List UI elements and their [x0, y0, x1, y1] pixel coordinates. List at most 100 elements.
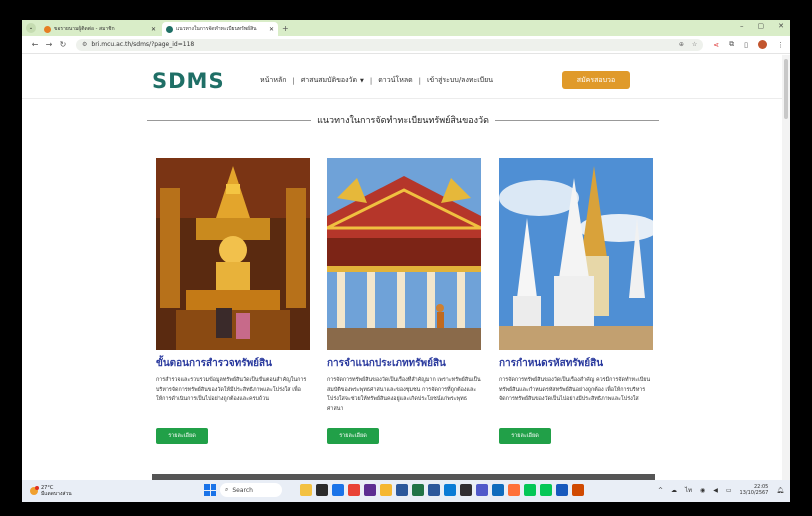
battery-icon[interactable]: ▭ — [726, 487, 732, 494]
word2-app-icon[interactable] — [556, 484, 568, 496]
browser-tab-active[interactable]: แนวทางในการจัดทำทะเบียนทรัพย์สิน ✕ — [162, 22, 278, 36]
tab-title: ขอรายนามผู้ติดต่อ - สมาชิก — [54, 26, 115, 32]
clock-date: 13/10/2567 — [739, 490, 769, 496]
edge-app-icon[interactable] — [444, 484, 456, 496]
media-app-icon[interactable] — [316, 484, 328, 496]
card-title[interactable]: การจำแนกประเภททรัพย์สิน — [327, 356, 481, 371]
site-favicon-icon — [44, 25, 51, 33]
back-icon[interactable]: ← — [28, 40, 42, 49]
tab-list-icon[interactable]: ⌄ — [26, 23, 36, 33]
files-app-icon[interactable] — [300, 484, 312, 496]
card-description: การสำรวจและรวบรวมข้อมูลทรัพย์สินวัดเป็นข… — [156, 377, 307, 403]
system-tray: ^ ☁ ไท ◉ ◀ ▭ 22:05 13/10/2567 🔔︎ — [658, 484, 784, 496]
site-logo[interactable]: SDMS — [152, 69, 225, 93]
menu-item-temple-assets[interactable]: ศาสนสมบัติของวัด ▼ — [301, 75, 364, 86]
firefox-app-icon[interactable] — [508, 484, 520, 496]
menu-item-home[interactable]: หน้าหลัก — [260, 75, 286, 86]
word-app-icon[interactable] — [396, 484, 408, 496]
section-title: แนวทางในการจัดทำทะเบียนทรัพย์สินของวัด — [317, 116, 489, 126]
chevron-up-icon[interactable]: ^ — [658, 487, 663, 494]
weather-sun-icon — [30, 486, 39, 495]
site-info-icon[interactable]: ⚙ — [82, 41, 87, 48]
excel-app-icon[interactable] — [412, 484, 424, 496]
profile-avatar[interactable] — [758, 40, 767, 49]
weather-widget[interactable]: 27°C มีแดดบางส่วน — [30, 485, 72, 497]
translate-icon[interactable]: ⊕ — [679, 41, 684, 48]
photos-app-icon[interactable] — [332, 484, 344, 496]
article-card: การกำหนดรหัสทรัพย์สิน การจัดการทรัพย์สิน… — [499, 158, 653, 444]
menu-item-login[interactable]: เข้าสู่ระบบ/ลงทะเบียน — [427, 75, 493, 86]
browser-tab[interactable]: ขอรายนามผู้ติดต่อ - สมาชิก ✕ — [40, 22, 160, 36]
browser-tab-strip: ⌄ ขอรายนามผู้ติดต่อ - สมาชิก ✕ แนวทางในก… — [22, 20, 790, 36]
divider-line — [147, 119, 312, 121]
details-button[interactable]: รายละเอียด — [499, 428, 551, 444]
network-app-icon[interactable] — [572, 484, 584, 496]
caret-down-icon: ▼ — [360, 78, 364, 84]
obs-app-icon[interactable] — [460, 484, 472, 496]
details-button[interactable]: รายละเอียด — [156, 428, 208, 444]
register-button[interactable]: สมัครสอบวอ — [562, 71, 630, 89]
card-description: การจัดการทรัพย์สินของวัดเป็นเรื่องสำคัญ … — [499, 377, 651, 403]
store-app-icon[interactable] — [364, 484, 376, 496]
search-label: Search — [232, 486, 253, 494]
card-title[interactable]: การกำหนดรหัสทรัพย์สิน — [499, 356, 653, 371]
menu-divider: | — [418, 76, 422, 85]
share-icon[interactable]: ⋖ — [713, 41, 719, 49]
wifi-icon[interactable]: ◉ — [700, 487, 705, 494]
buddha-image[interactable] — [156, 158, 310, 350]
article-card: การจำแนกประเภททรัพย์สิน การจัดการทรัพย์ส… — [327, 158, 481, 444]
screen: ⌄ ขอรายนามผู้ติดต่อ - สมาชิก ✕ แนวทางในก… — [22, 20, 790, 502]
windows-start-icon[interactable] — [204, 484, 216, 496]
close-tab-icon[interactable]: ✕ — [269, 26, 274, 33]
clock[interactable]: 22:05 13/10/2567 — [740, 484, 769, 496]
close-window-icon[interactable]: ✕ — [778, 22, 784, 30]
search-icon: ⌕ — [225, 486, 229, 493]
menu-divider: | — [369, 76, 373, 85]
taskbar-search[interactable]: ⌕ Search — [220, 483, 282, 497]
site-favicon-icon — [166, 25, 173, 33]
card-description: การจัดการทรัพย์สินของวัดเป็นเรื่องที่สำค… — [327, 377, 481, 412]
reload-icon[interactable]: ↻ — [56, 40, 70, 49]
window-controls: – ▢ ✕ — [740, 22, 784, 30]
sidebar-icon[interactable]: ▯ — [744, 41, 748, 49]
details-button[interactable]: รายละเอียด — [327, 428, 379, 444]
menu-item-label: ศาสนสมบัติของวัด — [300, 76, 358, 84]
plus-icon[interactable]: + — [282, 22, 289, 36]
menu-item-download[interactable]: ดาวน์โหลด — [378, 75, 412, 86]
teams-app-icon[interactable] — [476, 484, 488, 496]
menu-kebab-icon[interactable]: ⋮ — [777, 41, 784, 49]
taskbar-apps: ⌕ Search — [204, 483, 584, 497]
page-scrollbar[interactable] — [782, 55, 790, 480]
section-heading: แนวทางในการจัดทำทะเบียนทรัพย์สินของวัด — [147, 113, 660, 127]
line-app-icon[interactable] — [524, 484, 536, 496]
keyboard-language-icon[interactable]: ไท — [685, 485, 692, 495]
web-page: SDMS หน้าหลัก | ศาสนสมบัติของวัด ▼ | ดาวน… — [22, 55, 782, 480]
address-text: bri.mcu.ac.th/sdms/?page_id=118 — [91, 41, 195, 48]
extensions-icon[interactable]: ⧉ — [729, 40, 734, 49]
line2-app-icon[interactable] — [540, 484, 552, 496]
scrollbar-thumb[interactable] — [784, 59, 788, 119]
main-menu: หน้าหลัก | ศาสนสมบัติของวัด ▼ | ดาวน์โหลด… — [260, 75, 493, 86]
divider-line — [494, 119, 660, 121]
site-header: SDMS หน้าหลัก | ศาสนสมบัติของวัด ▼ | ดาวน… — [22, 55, 782, 99]
powerpoint-app-icon[interactable] — [428, 484, 440, 496]
cloud-icon[interactable]: ☁ — [671, 487, 677, 494]
weather-desc: มีแดดบางส่วน — [41, 491, 72, 497]
pagoda-image[interactable] — [499, 158, 653, 350]
minimize-icon[interactable]: – — [740, 22, 744, 30]
bookmark-star-icon[interactable]: ☆ — [692, 41, 697, 48]
temple-roof-image[interactable] — [327, 158, 481, 350]
notification-bell-icon[interactable]: 🔔︎ — [776, 487, 784, 494]
forward-icon[interactable]: → — [42, 40, 56, 49]
chrome-app-icon[interactable] — [348, 484, 360, 496]
article-card: ขั้นตอนการสำรวจทรัพย์สิน การสำรวจและรวบร… — [156, 158, 310, 444]
windows-taskbar: 27°C มีแดดบางส่วน ⌕ Search ^ ☁ ไท ◉ ◀ ▭ … — [22, 480, 790, 502]
outlook-app-icon[interactable] — [492, 484, 504, 496]
close-tab-icon[interactable]: ✕ — [151, 26, 156, 33]
menu-divider: | — [292, 76, 295, 85]
maximize-icon[interactable]: ▢ — [758, 22, 765, 30]
explorer-app-icon[interactable] — [380, 484, 392, 496]
card-title[interactable]: ขั้นตอนการสำรวจทรัพย์สิน — [156, 356, 310, 371]
address-bar[interactable]: ⚙ bri.mcu.ac.th/sdms/?page_id=118 ⊕ ☆ — [76, 38, 704, 51]
volume-icon[interactable]: ◀ — [713, 487, 718, 494]
